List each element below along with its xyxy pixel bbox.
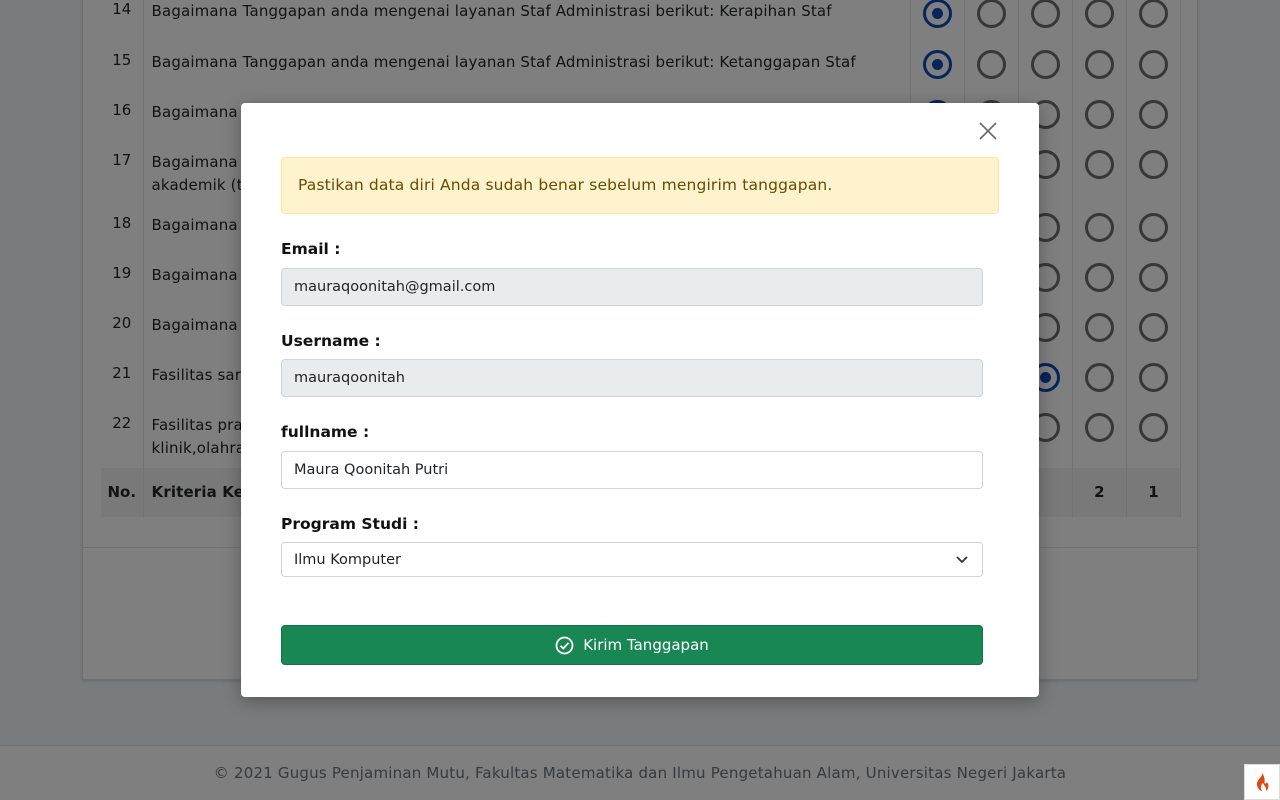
username-label: Username :	[281, 332, 381, 350]
email-field[interactable]	[281, 268, 983, 306]
fullname-label: fullname :	[281, 423, 370, 441]
alert-text: Pastikan data diri Anda sudah benar sebe…	[298, 176, 833, 194]
submit-label: Kirim Tanggapan	[583, 636, 709, 654]
chevron-down-icon	[956, 555, 968, 563]
close-button[interactable]	[977, 120, 999, 142]
program-studi-select[interactable]: Ilmu Komputer	[281, 542, 983, 577]
warning-alert: Pastikan data diri Anda sudah benar sebe…	[281, 157, 999, 214]
program-studi-label: Program Studi :	[281, 515, 420, 533]
codeigniter-badge[interactable]	[1244, 764, 1280, 800]
close-icon	[979, 122, 997, 140]
username-field[interactable]	[281, 359, 983, 397]
flame-icon	[1257, 773, 1269, 791]
program-studi-value: Ilmu Komputer	[294, 551, 401, 568]
confirmation-modal: Pastikan data diri Anda sudah benar sebe…	[241, 103, 1039, 697]
submit-button[interactable]: Kirim Tanggapan	[281, 625, 983, 665]
fullname-field[interactable]	[281, 451, 983, 489]
email-label: Email :	[281, 240, 341, 258]
check-circle-icon	[555, 636, 574, 654]
